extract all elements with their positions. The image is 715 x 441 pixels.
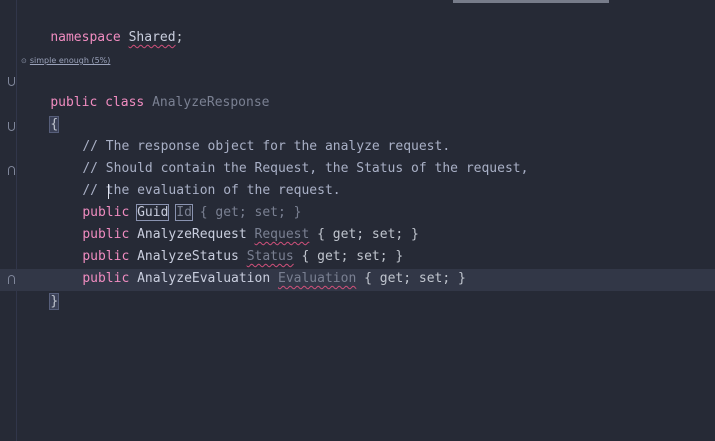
namespace-semicolon: ;	[175, 30, 184, 45]
property-accessors: { get; set; }	[364, 271, 466, 286]
code-vision-hint[interactable]: ⊙ simple enough (5%)	[21, 54, 110, 68]
code-line-class[interactable]: public class AnalyzeResponse	[19, 70, 269, 110]
fold-comment-end-icon[interactable]	[8, 166, 15, 175]
code-line-property-status[interactable]: public AnalyzeStatus Status { get; set; …	[51, 224, 403, 264]
keyword-namespace: namespace	[50, 30, 121, 45]
keyword-class: class	[105, 95, 145, 110]
complexity-icon: ⊙	[21, 57, 27, 65]
code-line-property-id[interactable]: public Guid Id { get; set; }	[51, 180, 301, 221]
code-editor[interactable]: namespace Shared; ⊙ simple enough (5%) pu…	[0, 0, 715, 441]
code-line-open-brace[interactable]: {	[19, 92, 60, 133]
gutter-divider	[16, 0, 17, 441]
class-name: AnalyzeResponse	[152, 95, 270, 110]
code-line-property-evaluation[interactable]: public AnalyzeEvaluation Evaluation { ge…	[51, 246, 466, 286]
complexity-hint-label: simple enough (5%)	[29, 56, 111, 65]
code-line-comment-1[interactable]: // The response object for the analyze r…	[51, 114, 450, 154]
text-caret	[108, 184, 109, 199]
code-line-close-brace[interactable]: }	[19, 269, 60, 310]
keyword-public: public	[82, 271, 130, 286]
code-line-namespace[interactable]: namespace Shared;	[19, 5, 183, 45]
editor-gutter[interactable]	[0, 0, 16, 441]
editor-tab-indicator	[453, 0, 609, 3]
property-name: Evaluation	[278, 271, 357, 286]
code-line-comment-3[interactable]: // the evaluation of the request.	[51, 158, 340, 198]
property-type: AnalyzeEvaluation	[137, 271, 271, 286]
fold-class-end-icon[interactable]	[8, 275, 15, 284]
code-line-comment-2[interactable]: // Should contain the Request, the Statu…	[51, 136, 528, 176]
close-brace: }	[49, 293, 60, 310]
code-line-property-request[interactable]: public AnalyzeRequest Request { get; set…	[51, 202, 419, 242]
fold-class-icon[interactable]	[8, 77, 15, 86]
namespace-name: Shared	[128, 30, 176, 45]
fold-comment-icon[interactable]	[8, 122, 15, 131]
